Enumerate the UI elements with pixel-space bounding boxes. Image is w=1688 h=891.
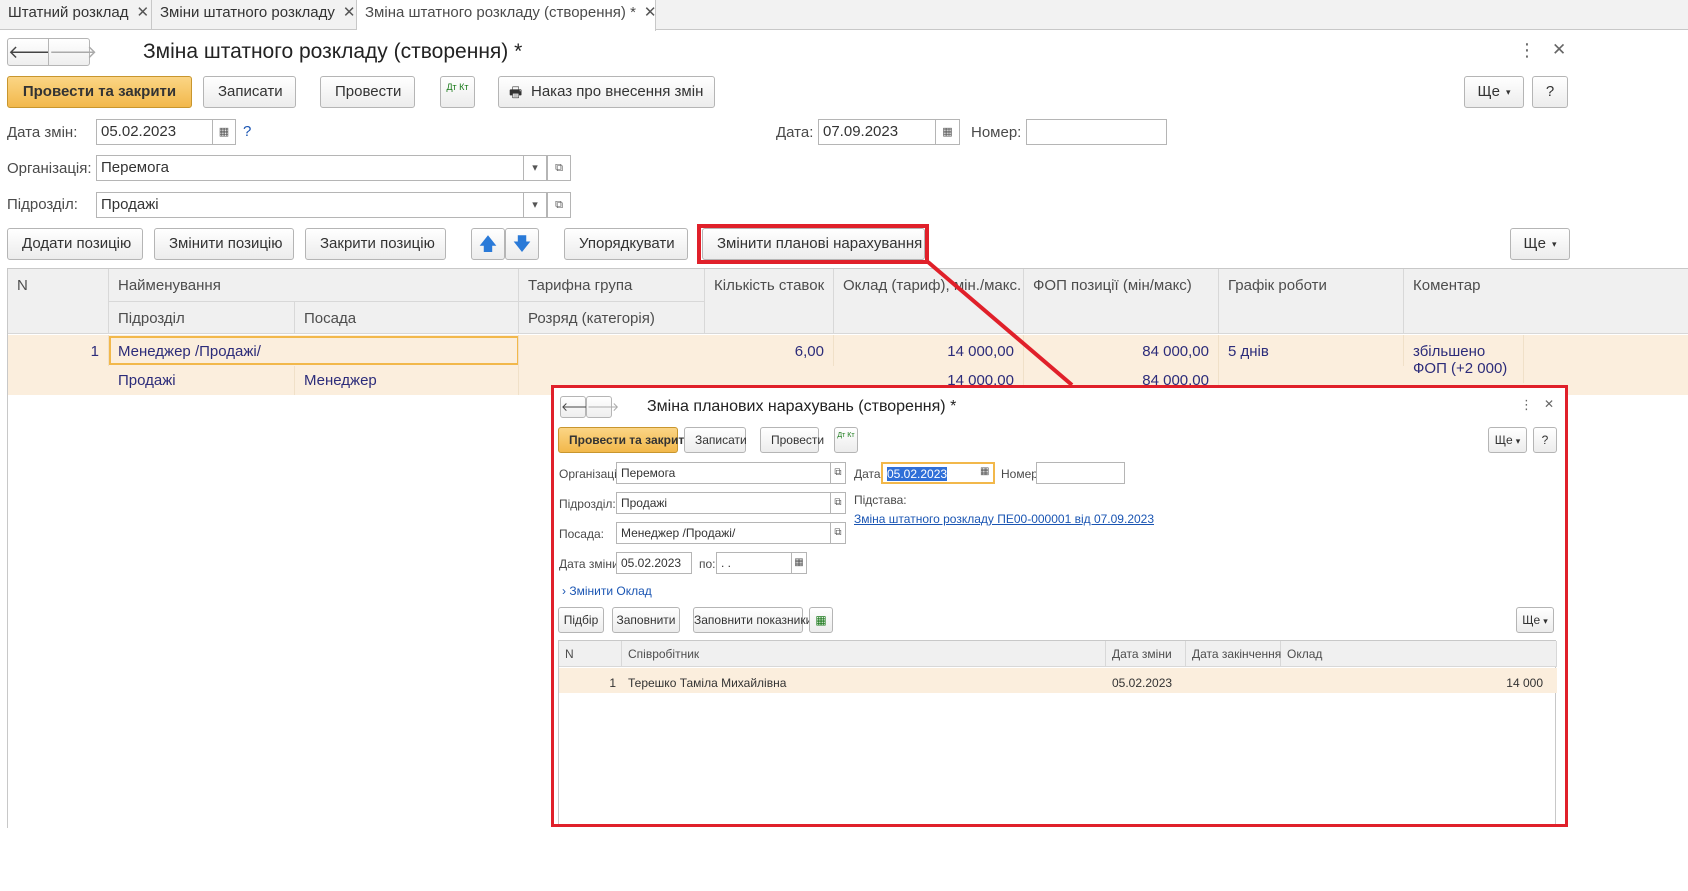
forward-arrow-icon[interactable]: 🡒 [586, 396, 619, 418]
chevron-down-icon: ▾ [1515, 435, 1521, 446]
more-options-icon[interactable]: ⋮ [1520, 397, 1533, 413]
position-label: Посада: [559, 527, 604, 541]
fill-indicators-button[interactable]: Заповнити показники [693, 607, 812, 633]
open-icon[interactable]: ⧉ [830, 522, 846, 544]
row-employee: Терешко Таміла Михайлівна [628, 676, 787, 690]
pick-button[interactable]: Підбір [558, 607, 604, 633]
calendar-icon[interactable]: ▦ [980, 466, 989, 477]
col-date-change[interactable]: Дата зміни [1106, 641, 1186, 667]
date-change-input[interactable]: 05.02.2023 [616, 552, 692, 574]
table-settings-icon[interactable]: ▦ [809, 607, 833, 633]
to-label: по: [699, 557, 716, 571]
date-change-label: Дата зміни: [559, 557, 622, 571]
dept-label: Підрозділ: [559, 497, 616, 511]
help-button[interactable]: ? [1533, 427, 1557, 453]
open-icon[interactable]: ⧉ [830, 462, 846, 484]
position-input[interactable]: Менеджер /Продажі/ [616, 522, 831, 544]
to-date-input[interactable]: . . [716, 552, 792, 574]
col-salary[interactable]: Оклад [1281, 641, 1557, 667]
more-button[interactable]: Ще ▾ [1516, 607, 1554, 633]
number-input[interactable] [1036, 462, 1125, 484]
row-date-end [1186, 671, 1281, 681]
row-date-change: 05.02.2023 [1112, 676, 1173, 690]
more-button[interactable]: Ще ▾ [1488, 427, 1527, 453]
org-input[interactable]: Перемога [616, 462, 831, 484]
close-icon[interactable]: ✕ [1544, 397, 1554, 411]
date-input[interactable]: 05.02.2023 [881, 462, 995, 484]
open-icon[interactable]: ⧉ [830, 492, 846, 514]
col-n[interactable]: N [559, 641, 622, 667]
employees-table: N Співробітник Дата зміни Дата закінченн… [558, 640, 1557, 824]
calendar-icon[interactable]: ▦ [791, 552, 807, 574]
col-employee[interactable]: Співробітник [622, 641, 1106, 667]
basis-label: Підстава: [854, 493, 907, 507]
row-salary: 14 000 [1506, 676, 1543, 690]
back-arrow-icon[interactable]: 🡐 [560, 396, 593, 418]
fill-button[interactable]: Заповнити [612, 607, 680, 633]
basis-link[interactable]: Зміна штатного розкладу ПЕ00-000001 від … [854, 512, 1154, 526]
col-date-end[interactable]: Дата закінчення [1186, 641, 1281, 667]
row-n: 1 [609, 676, 616, 690]
post-button[interactable]: Провести [760, 427, 824, 453]
planned-accruals-window: 🡐 🡒 Зміна планових нарахувань (створення… [551, 385, 1568, 827]
dtkt-icon[interactable]: Дт Кт [834, 427, 858, 453]
chevron-right-icon: › [562, 584, 566, 598]
chevron-down-icon: ▾ [1543, 615, 1548, 626]
save-button[interactable]: Записати [684, 427, 747, 453]
date-label: Дата: [854, 467, 884, 481]
post-and-close-button[interactable]: Провести та закрити [558, 427, 692, 453]
popup-title: Зміна планових нарахувань (створення) * [647, 398, 957, 415]
dept-input[interactable]: Продажі [616, 492, 831, 514]
change-salary-toggle[interactable]: › Змінити Оклад [562, 584, 652, 598]
